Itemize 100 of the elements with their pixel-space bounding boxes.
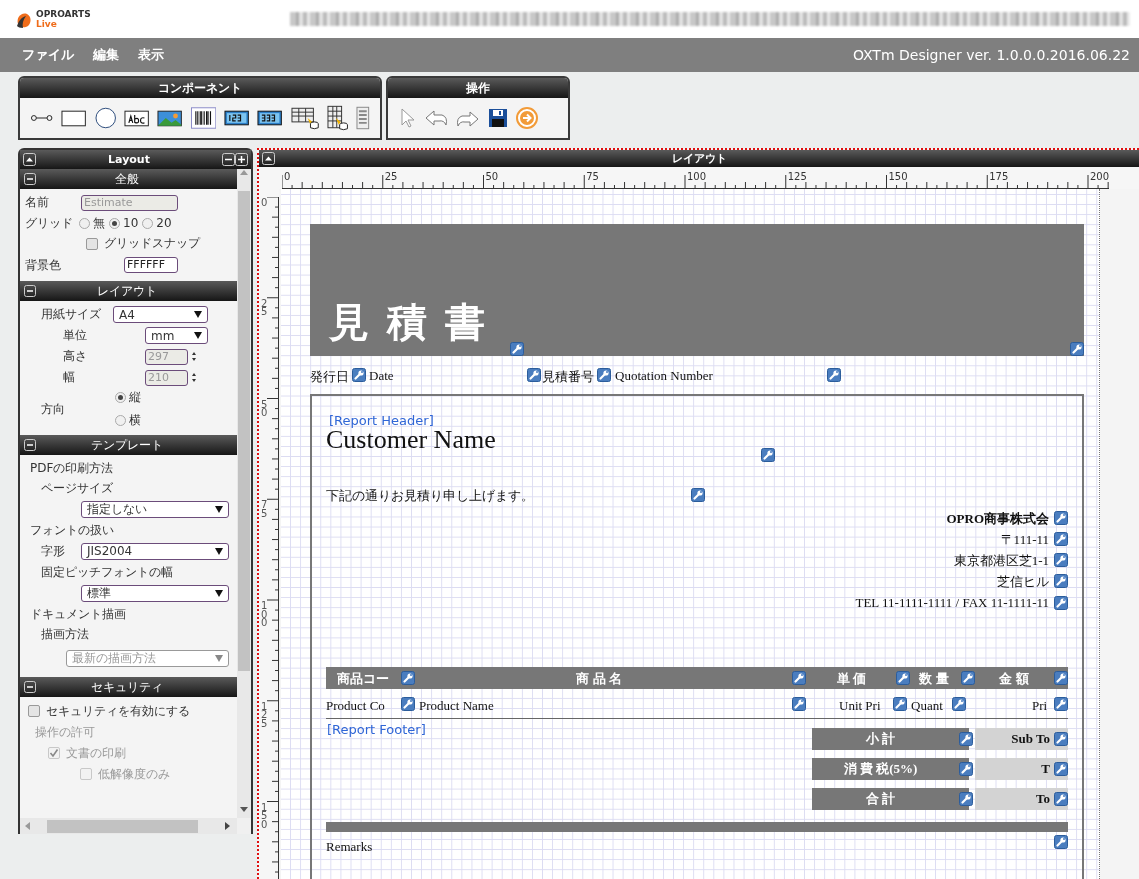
field-label: 描画方法 — [41, 625, 89, 643]
caret-icon — [215, 654, 223, 662]
menu-item[interactable]: 編集 — [93, 46, 119, 64]
checkbox[interactable] — [28, 705, 40, 717]
column-table-icon[interactable] — [326, 104, 349, 132]
scroll-right-icon[interactable] — [224, 821, 231, 831]
data-field[interactable]: Product Co — [326, 698, 385, 714]
wrench-icon[interactable] — [401, 697, 415, 711]
dropdown[interactable]: mm — [145, 327, 208, 344]
wrench-icon[interactable] — [827, 368, 841, 382]
barcode-icon[interactable] — [190, 107, 217, 129]
wrench-icon[interactable] — [961, 671, 975, 685]
wrench-icon[interactable] — [1054, 732, 1068, 746]
minus-icon[interactable] — [24, 439, 36, 451]
ruler-label: 25 — [261, 299, 268, 317]
summary-label: 消 費 税(5%) — [812, 758, 969, 780]
wrench-icon[interactable] — [1054, 511, 1068, 525]
wrench-icon[interactable] — [1070, 342, 1084, 356]
data-field[interactable]: Product Name — [419, 698, 494, 714]
wrench-icon[interactable] — [597, 368, 611, 382]
summary-label: 合 計 — [812, 788, 969, 810]
radio-button[interactable] — [115, 392, 126, 403]
wrench-icon[interactable] — [1054, 835, 1068, 849]
radio-button[interactable] — [142, 217, 154, 229]
wrench-icon[interactable] — [959, 792, 973, 806]
column-header: 金 額 — [998, 670, 1030, 688]
wrench-icon[interactable] — [352, 368, 366, 382]
document-title: 見 積 書 — [329, 299, 489, 347]
wrench-icon[interactable] — [952, 697, 966, 711]
wrench-icon[interactable] — [959, 762, 973, 776]
section-header[interactable]: レイアウト — [20, 281, 237, 301]
text-icon[interactable] — [124, 108, 150, 128]
spinner-icon[interactable] — [191, 372, 197, 383]
panel-title: コンポーネント — [20, 78, 380, 98]
wrench-icon[interactable] — [691, 488, 705, 502]
plus-icon[interactable] — [235, 153, 248, 166]
dropdown[interactable]: A4 — [113, 306, 208, 323]
spinner-icon[interactable] — [191, 351, 197, 362]
section-header[interactable]: 全般 — [20, 169, 237, 189]
scroll-thumb[interactable] — [47, 819, 198, 833]
collapse-button[interactable] — [23, 153, 36, 166]
wrench-icon[interactable] — [893, 697, 907, 711]
scroll-down-icon[interactable] — [239, 806, 249, 814]
wrench-icon[interactable] — [1054, 697, 1068, 711]
wrench-icon[interactable] — [1054, 574, 1068, 588]
wrench-icon[interactable] — [1054, 553, 1068, 567]
redo-icon[interactable] — [456, 108, 480, 128]
wrench-icon[interactable] — [959, 732, 973, 746]
dropdown[interactable]: JIS2004 — [81, 542, 229, 560]
undo-icon[interactable] — [424, 109, 448, 127]
wrench-icon[interactable] — [527, 368, 541, 382]
wrench-icon[interactable] — [792, 697, 806, 711]
minus-icon[interactable] — [222, 153, 235, 166]
radio-button[interactable] — [79, 217, 90, 229]
list-icon[interactable] — [356, 106, 370, 130]
circle-icon[interactable] — [94, 107, 117, 129]
collapse-button[interactable] — [262, 152, 275, 165]
wrench-icon[interactable] — [896, 671, 910, 685]
logo-text: OPROARTS — [36, 9, 91, 19]
radio-button[interactable] — [109, 217, 120, 229]
scrollbar[interactable] — [237, 169, 251, 818]
wrench-icon[interactable] — [510, 342, 524, 356]
section-header[interactable]: テンプレート — [20, 435, 237, 455]
scrollbar[interactable] — [20, 818, 237, 834]
rectangle-icon[interactable] — [61, 108, 87, 128]
text-field[interactable]: FFFFFF — [124, 257, 178, 273]
wrench-icon[interactable] — [1054, 596, 1068, 610]
field-label: 高さ — [63, 348, 88, 365]
wrench-icon[interactable] — [1054, 792, 1068, 806]
data-field[interactable]: Unit Pri — [839, 698, 881, 714]
menu-item[interactable]: 表示 — [138, 46, 164, 64]
wrench-icon[interactable] — [1054, 762, 1068, 776]
ruler-label: 125 — [261, 702, 268, 729]
label-text: OPRO商事株式会 — [946, 510, 1049, 528]
wrench-icon[interactable] — [401, 671, 415, 685]
data-field[interactable]: Quant — [911, 698, 943, 714]
data-field[interactable]: Pri — [1032, 698, 1048, 714]
ruler-label: 25 — [384, 171, 398, 182]
scroll-thumb[interactable] — [238, 191, 250, 671]
section-header[interactable]: セキュリティ — [20, 677, 237, 697]
save-icon[interactable] — [488, 108, 508, 128]
table-icon[interactable] — [290, 105, 319, 131]
column-header: 数 量 — [918, 670, 950, 688]
dropdown[interactable]: 指定しない — [81, 500, 229, 518]
field-label: ページサイズ — [41, 479, 113, 497]
checkbox[interactable] — [86, 237, 98, 250]
minus-icon[interactable] — [24, 173, 36, 185]
menu-item[interactable]: ファイル — [22, 46, 74, 64]
image-icon[interactable] — [157, 108, 183, 128]
label-text: 見積番号 — [542, 368, 594, 386]
field-label: ドキュメント描画 — [30, 605, 126, 623]
wrench-icon[interactable] — [792, 671, 806, 685]
wrench-icon[interactable] — [761, 448, 775, 462]
minus-icon[interactable] — [24, 285, 36, 297]
column-header: 商 品 名 — [575, 670, 623, 688]
dropdown[interactable]: 標準 — [81, 584, 229, 602]
wrench-icon[interactable] — [1054, 532, 1068, 546]
minus-icon[interactable] — [24, 681, 36, 693]
wrench-icon[interactable] — [1054, 671, 1068, 685]
radio-button[interactable] — [115, 415, 126, 426]
